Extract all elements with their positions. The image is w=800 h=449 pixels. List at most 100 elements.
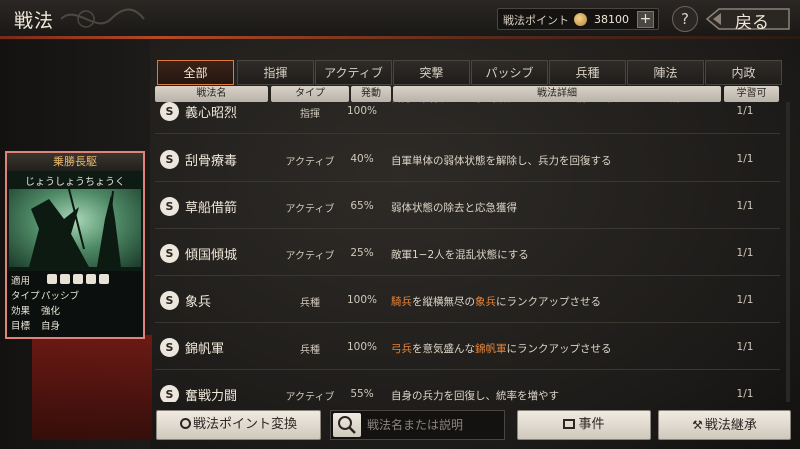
column-header-type: タイプ — [271, 86, 349, 102]
target-label: 目標 — [11, 321, 31, 332]
add-points-button[interactable]: + — [637, 11, 654, 28]
points-label: 戦法ポイント — [503, 14, 569, 27]
strategy-learnable: 1/1 — [736, 200, 754, 212]
swirl-ornament-icon — [60, 8, 145, 28]
bow-icon — [73, 274, 83, 284]
table-row[interactable]: S 錦帆軍 兵種 100% 弓兵を意気盛んな錦帆軍にランクアップさせる 1/1 — [155, 326, 780, 370]
table-row[interactable]: S 象兵 兵種 100% 騎兵を縦横無尽の象兵にランクアップさせる 1/1 — [155, 279, 780, 323]
card-strategy-name: 乗勝長駆 — [7, 153, 143, 171]
top-bar-accent — [0, 36, 800, 39]
table-row[interactable]: S 刮骨療毒 アクティブ 40% 自軍単体の弱体状態を解除し、兵力を回復する 1… — [155, 138, 780, 182]
card-artwork — [9, 189, 141, 267]
points-value: 38100 — [594, 13, 629, 26]
warrior-silhouette-icon — [29, 189, 121, 267]
strategy-list: S 義心昭烈 指揮 100% 自身が回復を1つ時、自標のアクティブ戦法の被ダメー… — [155, 102, 780, 402]
strategy-type: アクティブ — [285, 157, 335, 168]
card-target-row: 目標 自身 — [11, 318, 60, 332]
rank-badge: S — [160, 102, 179, 121]
rank-badge: S — [160, 385, 179, 402]
strategy-description: 自身が回復を1つ時、自標のアクティブ戦法の被ダメージを減らす — [391, 102, 721, 134]
hammer-icon: ⚒ — [692, 418, 703, 432]
tab-assault[interactable]: 突撃 — [393, 60, 470, 85]
strategy-description: 敵軍1−2人を混乱状態にする — [391, 249, 529, 261]
strategy-name: 義心昭烈 — [185, 106, 238, 121]
search-button[interactable] — [333, 413, 361, 437]
tab-command[interactable]: 指揮 — [237, 60, 314, 85]
strategy-name: 錦帆軍 — [185, 342, 225, 357]
strategy-name: 傾国傾城 — [185, 248, 238, 263]
strategy-learnable: 1/1 — [736, 105, 754, 117]
event-button[interactable]: 事件 — [517, 410, 651, 440]
top-bar: 戦法 戦法ポイント 38100 + ? 戻る — [0, 0, 800, 39]
rank-badge: S — [160, 244, 179, 263]
column-header-name: 戦法名 — [155, 86, 268, 102]
strategy-type: 指揮 — [300, 109, 320, 120]
type-label: タイプ — [11, 291, 40, 302]
strategy-rate: 40% — [350, 153, 374, 165]
tab-active[interactable]: アクティブ — [315, 60, 392, 85]
table-row[interactable]: S 奮戦力闘 アクティブ 55% 自身の兵力を回復し、統率を増やす 1/1 — [155, 373, 780, 402]
table-row[interactable]: S 傾国傾城 アクティブ 25% 敵軍1−2人を混乱状態にする 1/1 — [155, 232, 780, 276]
type-value: パッシブ — [41, 291, 80, 302]
event-label: 事件 — [578, 417, 605, 432]
strategy-description: 騎兵を縦横無尽の象兵にランクアップさせる — [391, 294, 721, 309]
highlight-source-troop: 弓兵 — [391, 343, 412, 355]
strategy-rate: 100% — [346, 294, 378, 306]
shield-icon — [60, 274, 70, 284]
search-box — [330, 410, 505, 440]
card-effect-row: 効果 強化 — [11, 303, 60, 317]
apply-label: 適用 — [11, 276, 31, 287]
description-text: にランクアップさせる — [496, 296, 601, 308]
strategy-description: 自軍単体の弱体状態を解除し、兵力を回復する — [391, 155, 612, 167]
column-header-rate: 発動 — [351, 86, 391, 102]
category-tabs: 全部 指揮 アクティブ 突撃 パッシブ 兵種 陣法 内政 — [155, 60, 790, 85]
unit-type-icons — [47, 274, 112, 287]
rank-badge: S — [160, 197, 179, 216]
table-row[interactable]: S 草船借箭 アクティブ 65% 弱体状態の除去と応急獲得 1/1 — [155, 185, 780, 229]
inherit-strategy-label: 戦法継承 — [704, 418, 757, 433]
selected-strategy-card[interactable]: 乗勝長駆 じょうしょうちょうく 適用 タイプ パッシブ 効果 強化 目標 自身 — [5, 151, 145, 339]
card-strategy-reading: じょうしょうちょうく — [25, 177, 125, 188]
strategy-name: 刮骨療毒 — [185, 154, 238, 169]
inherit-strategy-button[interactable]: ⚒ 戦法継承 — [658, 410, 791, 440]
tab-all[interactable]: 全部 — [157, 60, 234, 85]
highlight-target-troop: 象兵 — [475, 296, 496, 308]
strategy-learnable: 1/1 — [736, 294, 754, 306]
convert-points-label: 戦法ポイント変換 — [192, 417, 297, 432]
strategy-description: 弱体状態の除去と応急獲得 — [391, 202, 517, 214]
effect-label: 効果 — [11, 306, 31, 317]
description-text: を意気盛んな — [412, 343, 475, 355]
target-value: 自身 — [41, 321, 61, 332]
app-root: 戦法 戦法ポイント 38100 + ? 戻る 乗勝長駆 じょうしょうちょうく 適… — [0, 0, 800, 449]
strategy-learnable: 1/1 — [736, 153, 754, 165]
strategy-rate: 25% — [350, 247, 374, 259]
list-scrollbar[interactable] — [786, 102, 790, 402]
strategy-name: 草船借箭 — [185, 201, 238, 216]
column-header-learnable: 学習可 — [724, 86, 779, 102]
strategy-type: アクティブ — [285, 392, 335, 402]
tab-domestic[interactable]: 内政 — [705, 60, 782, 85]
help-button[interactable]: ? — [672, 6, 698, 32]
tab-passive[interactable]: パッシブ — [471, 60, 548, 85]
strategy-name: 象兵 — [185, 295, 212, 310]
strategy-rate: 55% — [350, 388, 374, 400]
tab-formation[interactable]: 陣法 — [627, 60, 704, 85]
strategy-rate: 100% — [346, 105, 378, 117]
convert-points-button[interactable]: 戦法ポイント変換 — [156, 410, 321, 440]
table-row[interactable]: S 義心昭烈 指揮 100% 自身が回復を1つ時、自標のアクティブ戦法の被ダメー… — [155, 102, 780, 134]
strategy-learnable: 1/1 — [736, 247, 754, 259]
search-input[interactable] — [367, 417, 501, 433]
coin-icon — [179, 418, 191, 429]
strategy-points-display: 戦法ポイント 38100 + — [497, 8, 659, 30]
background-art — [32, 335, 152, 440]
description-text: を縦横無尽の — [412, 296, 475, 308]
tab-troop[interactable]: 兵種 — [549, 60, 626, 85]
back-label: 戻る — [735, 13, 769, 33]
back-button[interactable]: 戻る — [705, 5, 791, 33]
card-apply-row: 適用 — [11, 273, 109, 287]
card-type-row: タイプ パッシブ — [11, 288, 79, 302]
page-title: 戦法 — [14, 10, 55, 32]
rank-badge: S — [160, 291, 179, 310]
strategy-learnable: 1/1 — [736, 388, 754, 400]
strategy-type: 兵種 — [300, 345, 320, 356]
